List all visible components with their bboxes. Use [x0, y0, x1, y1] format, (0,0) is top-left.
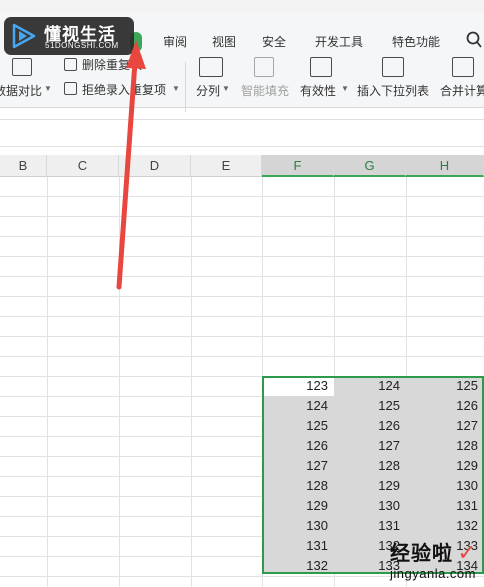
grid-column-line — [47, 177, 48, 587]
grid-row-line — [0, 356, 484, 357]
table-cell[interactable]: 127 — [262, 456, 334, 476]
table-cell[interactable]: 132 — [406, 516, 484, 536]
split-column-icon — [199, 57, 223, 77]
delete-duplicates-icon — [64, 58, 77, 71]
grid-column-line — [191, 177, 192, 587]
grid-row-line — [0, 256, 484, 257]
table-cell[interactable]: 130 — [334, 496, 406, 516]
consolidate-label: 合并计算 — [440, 84, 484, 98]
tab-security[interactable]: 安全 — [262, 32, 286, 52]
table-cell[interactable]: 130 — [406, 476, 484, 496]
column-header-e[interactable]: E — [191, 155, 262, 177]
search-icon[interactable] — [466, 31, 482, 54]
split-column-label: 分列 — [196, 84, 221, 98]
insert-dropdown-icon — [382, 57, 404, 77]
table-cell[interactable]: 124 — [334, 376, 406, 396]
logo-subtitle: 51DONGSHI.COM — [45, 41, 119, 50]
table-cell[interactable]: 129 — [262, 496, 334, 516]
table-cell[interactable]: 126 — [334, 416, 406, 436]
column-header-d[interactable]: D — [119, 155, 191, 177]
grid-row-line — [0, 296, 484, 297]
grid-row-line — [0, 236, 484, 237]
watermark-title: 经验啦 — [390, 543, 453, 565]
validation-icon — [310, 57, 332, 77]
table-cell[interactable]: 130 — [262, 516, 334, 536]
reject-duplicates-label: 拒绝录入重复项 — [82, 83, 167, 97]
chevron-down-icon: ▼ — [341, 84, 349, 93]
logo-play-icon — [12, 23, 36, 49]
title-strip — [0, 0, 484, 12]
table-cell[interactable]: 131 — [334, 516, 406, 536]
data-compare-label: 数据对比 — [0, 84, 43, 98]
grid-row-line — [0, 336, 484, 337]
watermark-url: jingyanla.com — [390, 566, 476, 581]
table-cell[interactable]: 124 — [262, 396, 334, 416]
logo: 懂视生活 51DONGSHI.COM — [4, 17, 134, 55]
column-header-h[interactable]: H — [406, 155, 484, 177]
table-cell[interactable]: 128 — [262, 476, 334, 496]
column-header-g[interactable]: G — [334, 155, 406, 177]
chevron-down-icon: ▼ — [172, 84, 180, 93]
tab-special-features[interactable]: 特色功能 — [392, 32, 440, 52]
insert-dropdown-label: 插入下拉列表 — [357, 84, 430, 98]
grid-column-line — [119, 177, 120, 587]
table-cell[interactable]: 129 — [406, 456, 484, 476]
reject-duplicates-icon — [64, 82, 77, 95]
smart-fill-icon — [254, 57, 274, 77]
consolidate-icon — [452, 57, 474, 77]
table-cell[interactable]: 123 — [262, 376, 334, 396]
grid-row-line — [0, 316, 484, 317]
tab-view[interactable]: 视图 — [212, 32, 236, 52]
table-cell[interactable]: 131 — [406, 496, 484, 516]
data-compare-icon — [12, 58, 32, 76]
table-cell[interactable]: 132 — [262, 556, 334, 576]
validation-label: 有效性 — [300, 84, 337, 98]
table-cell[interactable]: 126 — [262, 436, 334, 456]
tab-developer-tools[interactable]: 开发工具 — [315, 32, 363, 52]
grid-row-line — [0, 216, 484, 217]
column-header-c[interactable]: C — [47, 155, 119, 177]
table-cell[interactable]: 125 — [262, 416, 334, 436]
table-cell[interactable]: 126 — [406, 396, 484, 416]
chevron-down-icon: ▼ — [44, 84, 52, 93]
table-cell[interactable]: 128 — [406, 436, 484, 456]
table-cell[interactable]: 131 — [262, 536, 334, 556]
table-cell[interactable]: 127 — [334, 436, 406, 456]
table-cell[interactable]: 129 — [334, 476, 406, 496]
table-cell[interactable]: 125 — [334, 396, 406, 416]
tab-review[interactable]: 审阅 — [163, 32, 187, 52]
column-header-b[interactable]: B — [0, 155, 47, 177]
grid-row-line — [0, 276, 484, 277]
ribbon-divider — [185, 62, 186, 112]
table-cell[interactable]: 125 — [406, 376, 484, 396]
smart-fill-label: 智能填充 — [241, 84, 290, 98]
table-cell[interactable]: 128 — [334, 456, 406, 476]
grid-row-line — [0, 196, 484, 197]
column-header-f[interactable]: F — [262, 155, 334, 177]
delete-duplicates-label: 删除重复项 — [82, 58, 143, 72]
watermark: 经验啦 ✓ jingyanla.com — [390, 537, 476, 581]
table-cell[interactable]: 127 — [406, 416, 484, 436]
check-icon: ✓ — [457, 540, 476, 565]
formula-bar[interactable] — [0, 119, 484, 147]
chevron-down-icon: ▼ — [222, 84, 230, 93]
